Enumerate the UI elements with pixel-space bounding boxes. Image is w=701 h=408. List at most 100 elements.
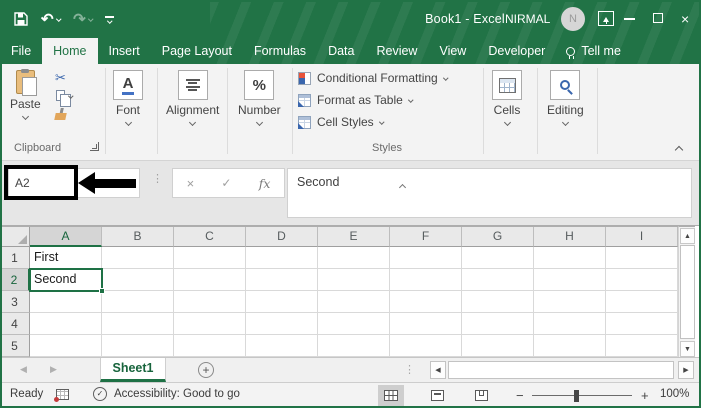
zoom-slider-track[interactable] xyxy=(532,395,632,396)
format-painter-button[interactable] xyxy=(55,108,66,120)
cell[interactable] xyxy=(534,291,606,313)
avatar[interactable]: N xyxy=(561,7,585,31)
column-header-d[interactable]: D xyxy=(246,227,318,247)
hscroll-right-icon[interactable]: ▶ xyxy=(678,361,694,379)
paste-button[interactable]: Paste xyxy=(10,70,41,119)
alignment-group-button[interactable]: Alignment xyxy=(166,70,219,125)
macro-record-icon[interactable] xyxy=(56,389,69,400)
hscroll-left-icon[interactable]: ◀ xyxy=(430,361,446,379)
cell[interactable] xyxy=(246,335,318,357)
tab-bar-drag-handle[interactable]: ⋮ xyxy=(404,363,415,376)
undo-dropdown-icon[interactable] xyxy=(56,17,61,22)
redo-button[interactable]: ↷ xyxy=(73,12,92,27)
tab-home[interactable]: Home xyxy=(42,38,97,64)
cell[interactable] xyxy=(390,291,462,313)
cancel-icon[interactable]: × xyxy=(187,176,195,191)
column-header-b[interactable]: B xyxy=(102,227,174,247)
cell[interactable] xyxy=(534,269,606,291)
cell[interactable] xyxy=(30,313,102,335)
cell[interactable] xyxy=(390,313,462,335)
cell[interactable] xyxy=(606,247,678,269)
cell[interactable] xyxy=(606,269,678,291)
cell-a2-selected[interactable]: Second xyxy=(30,269,102,291)
cell[interactable] xyxy=(390,269,462,291)
column-header-a[interactable]: A xyxy=(30,227,102,247)
expand-formula-bar-button[interactable] xyxy=(400,177,405,195)
vertical-scrollbar-thumb[interactable] xyxy=(680,245,695,339)
cell[interactable] xyxy=(246,269,318,291)
formula-bar-input[interactable]: Second xyxy=(287,168,692,218)
cell[interactable] xyxy=(174,247,246,269)
cell[interactable] xyxy=(246,247,318,269)
ribbon-display-options-button[interactable] xyxy=(598,11,614,26)
editing-group-button[interactable]: Editing xyxy=(547,70,584,125)
tab-page-layout[interactable]: Page Layout xyxy=(151,38,243,64)
tab-data[interactable]: Data xyxy=(317,38,365,64)
cell[interactable] xyxy=(462,291,534,313)
cell[interactable] xyxy=(318,335,390,357)
zoom-in-button[interactable]: + xyxy=(641,388,649,403)
cell[interactable] xyxy=(606,313,678,335)
customize-qat-button[interactable] xyxy=(105,16,114,22)
next-sheet-icon[interactable]: ▶ xyxy=(50,364,57,375)
accessibility-icon[interactable]: ✓ xyxy=(93,387,107,401)
font-group-button[interactable]: A Font xyxy=(113,70,143,125)
row-header-3[interactable]: 3 xyxy=(0,291,30,313)
cell[interactable] xyxy=(174,313,246,335)
insert-function-icon[interactable]: fx xyxy=(259,176,271,191)
cell[interactable] xyxy=(102,291,174,313)
cell[interactable] xyxy=(390,335,462,357)
previous-sheet-icon[interactable]: ◀ xyxy=(20,364,27,375)
column-header-c[interactable]: C xyxy=(174,227,246,247)
zoom-slider-thumb[interactable] xyxy=(574,390,579,402)
font-dropdown-icon[interactable] xyxy=(124,119,131,126)
accessibility-status[interactable]: Accessibility: Good to go xyxy=(114,388,240,400)
cell[interactable] xyxy=(318,247,390,269)
cell[interactable] xyxy=(174,335,246,357)
collapse-ribbon-button[interactable] xyxy=(676,142,682,156)
cell[interactable] xyxy=(534,313,606,335)
cell[interactable] xyxy=(102,313,174,335)
undo-button[interactable]: ↶ xyxy=(41,12,60,27)
tab-formulas[interactable]: Formulas xyxy=(243,38,317,64)
scroll-down-icon[interactable]: ▼ xyxy=(680,341,695,357)
cell[interactable] xyxy=(534,247,606,269)
minimize-button[interactable] xyxy=(624,18,635,20)
cell-a1[interactable]: First xyxy=(30,247,102,269)
column-header-f[interactable]: F xyxy=(390,227,462,247)
name-box[interactable] xyxy=(8,168,140,198)
tab-review[interactable]: Review xyxy=(365,38,428,64)
paste-dropdown-icon[interactable] xyxy=(22,113,29,120)
cell-styles-button[interactable]: Cell Styles xyxy=(298,115,383,129)
editing-dropdown-icon[interactable] xyxy=(562,119,569,126)
cell[interactable] xyxy=(390,247,462,269)
column-header-h[interactable]: H xyxy=(534,227,606,247)
cells-dropdown-icon[interactable] xyxy=(503,119,510,126)
column-header-e[interactable]: E xyxy=(318,227,390,247)
vertical-scrollbar[interactable]: ▲ ▼ xyxy=(678,226,695,358)
formula-bar-drag-handle[interactable]: ⋮ xyxy=(152,172,163,185)
tab-file[interactable]: File xyxy=(0,38,42,64)
copy-dropdown-icon[interactable] xyxy=(68,93,73,98)
row-header-2[interactable]: 2 xyxy=(0,269,30,291)
cell[interactable] xyxy=(102,335,174,357)
cell[interactable] xyxy=(30,335,102,357)
cell[interactable] xyxy=(174,269,246,291)
cell[interactable] xyxy=(462,313,534,335)
alignment-dropdown-icon[interactable] xyxy=(189,119,196,126)
page-layout-view-button[interactable] xyxy=(424,385,450,406)
zoom-out-button[interactable]: − xyxy=(516,388,524,403)
format-as-table-button[interactable]: Format as Table xyxy=(298,93,412,107)
cell[interactable] xyxy=(606,335,678,357)
cell[interactable] xyxy=(318,269,390,291)
column-header-i[interactable]: I xyxy=(606,227,678,247)
cell[interactable] xyxy=(462,247,534,269)
cell[interactable] xyxy=(246,313,318,335)
new-sheet-button[interactable]: + xyxy=(198,362,214,378)
conditional-formatting-button[interactable]: Conditional Formatting xyxy=(298,71,447,85)
cell[interactable] xyxy=(318,291,390,313)
cell[interactable] xyxy=(462,335,534,357)
clipboard-dialog-launcher-icon[interactable] xyxy=(90,142,99,151)
normal-view-button[interactable] xyxy=(378,385,404,406)
maximize-button[interactable] xyxy=(653,13,663,23)
